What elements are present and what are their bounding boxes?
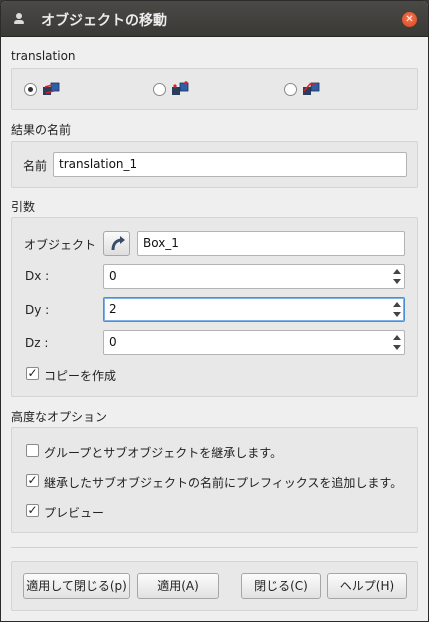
dz-spinbox[interactable]: 0 [103, 330, 405, 355]
person-icon [14, 13, 24, 25]
translation-options-group [11, 68, 418, 110]
dy-value: 2 [109, 302, 117, 316]
translate-two-points-icon [172, 81, 189, 95]
result-name-group: 名前 translation_1 [11, 141, 418, 188]
title-bar[interactable]: オブジェクトの移動 ✕ [1, 1, 428, 37]
close-icon[interactable]: ✕ [402, 12, 417, 27]
dz-value: 0 [109, 335, 117, 349]
add-prefix-label: 継承したサブオブジェクトの名前にプレフィックスを追加します。 [44, 476, 403, 490]
result-name-input[interactable]: translation_1 [53, 152, 407, 177]
dy-label: Dy : [25, 303, 50, 317]
name-label: 名前 [23, 159, 48, 173]
advanced-options-group: グループとサブオブジェクトを継承します。 ✓ 継承したサブオブジェクトの名前にプ… [11, 427, 418, 533]
inherit-groups-checkbox[interactable] [26, 444, 39, 457]
arguments-section-label: 引数 [11, 200, 36, 214]
translation-option-dxdydz-radio[interactable] [284, 83, 297, 96]
apply-and-close-button[interactable]: 適用して閉じる(p) [23, 573, 130, 599]
translation-option-two-points-radio[interactable] [153, 83, 166, 96]
curved-arrow-icon [111, 236, 125, 251]
create-copy-label: コピーを作成 [44, 369, 117, 383]
arguments-group: オブジェクト Box_1 Dx : 0 Dy : 2 Dz : 0 ✓ コピーを… [11, 217, 418, 397]
dz-spin-arrows[interactable] [390, 331, 404, 354]
translate-vector-icon [43, 82, 60, 95]
preview-label: プレビュー [44, 506, 105, 520]
translate-dxdydz-icon [303, 82, 320, 95]
result-name-section-label: 結果の名前 [11, 123, 72, 137]
divider [11, 547, 418, 548]
dx-spin-arrows[interactable] [390, 265, 404, 288]
dy-spin-arrows[interactable] [390, 298, 404, 321]
apply-button[interactable]: 適用(A) [137, 573, 219, 599]
close-button[interactable]: 閉じる(C) [241, 573, 321, 599]
chevron-down-icon[interactable] [393, 279, 401, 284]
select-object-button[interactable] [103, 231, 130, 256]
button-bar: 適用して閉じる(p) 適用(A) 閉じる(C) ヘルプ(H) [11, 561, 418, 611]
dx-value: 0 [109, 269, 117, 283]
object-label: オブジェクト [24, 238, 97, 252]
chevron-down-icon[interactable] [393, 345, 401, 350]
dy-spinbox[interactable]: 2 [103, 297, 405, 322]
dialog-window: オブジェクトの移動 ✕ translation 結果の名前 名前 transla [0, 0, 429, 622]
translation-section-label: translation [11, 49, 76, 63]
chevron-up-icon[interactable] [393, 302, 401, 307]
dz-label: Dz : [25, 336, 49, 350]
chevron-down-icon[interactable] [393, 312, 401, 317]
preview-checkbox[interactable]: ✓ [26, 504, 39, 517]
inherit-groups-label: グループとサブオブジェクトを継承します。 [44, 446, 283, 460]
chevron-up-icon[interactable] [393, 335, 401, 340]
dx-spinbox[interactable]: 0 [103, 264, 405, 289]
object-input[interactable]: Box_1 [137, 231, 405, 256]
advanced-options-section-label: 高度なオプション [11, 410, 108, 424]
create-copy-checkbox[interactable]: ✓ [26, 367, 39, 380]
dx-label: Dx : [25, 269, 50, 283]
help-button[interactable]: ヘルプ(H) [327, 573, 407, 599]
chevron-up-icon[interactable] [393, 269, 401, 274]
add-prefix-checkbox[interactable]: ✓ [26, 474, 39, 487]
window-title: オブジェクトの移動 [41, 13, 167, 29]
translation-option-vector-radio[interactable] [24, 83, 37, 96]
